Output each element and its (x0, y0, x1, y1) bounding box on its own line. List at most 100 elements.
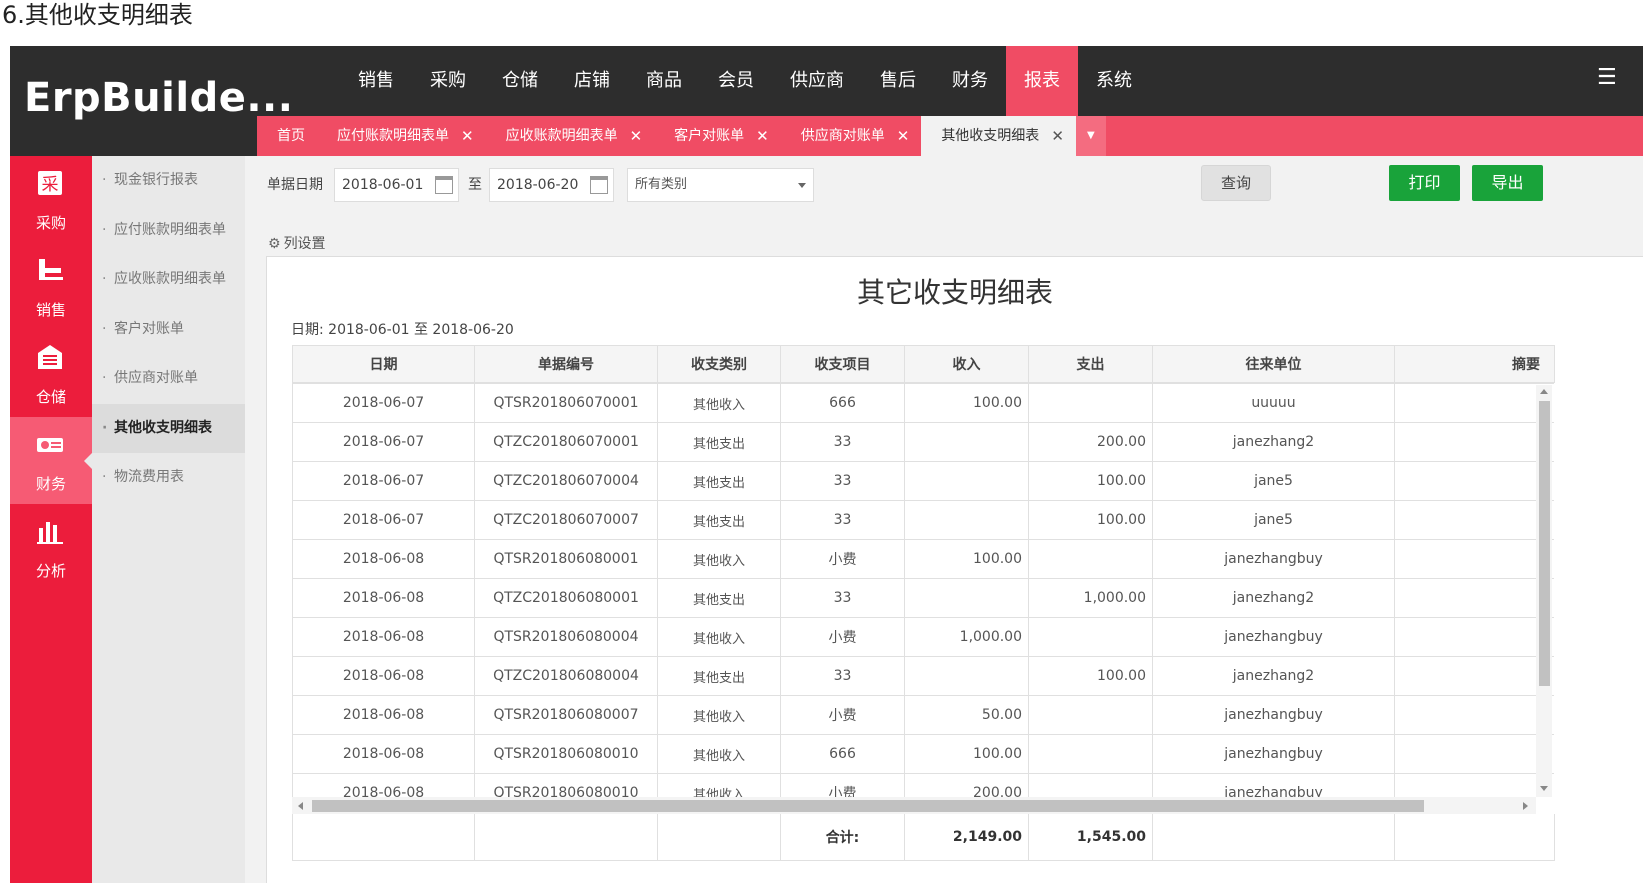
column-header[interactable]: 往来单位 (1152, 345, 1395, 383)
close-icon[interactable]: ✕ (897, 116, 910, 156)
table-row[interactable]: 2018-06-07 QTSR201806070001 其他收入 666 100.00 u… (292, 383, 1554, 423)
scroll-right-icon[interactable] (1523, 802, 1528, 810)
close-icon[interactable]: ✕ (461, 116, 474, 156)
sidebar-module-0[interactable]: 采采购 (10, 156, 92, 243)
submenu-item-1[interactable]: · 应付账款明细表单 (92, 206, 245, 256)
nav-item-2[interactable]: 仓储 (484, 46, 556, 116)
query-button[interactable]: 查询 (1201, 165, 1271, 201)
nav-item-4[interactable]: 商品 (628, 46, 700, 116)
table-cell: 100.00 (904, 383, 1029, 423)
table-cell (1394, 383, 1554, 423)
nav-item-10[interactable]: 系统 (1078, 46, 1150, 116)
column-header[interactable]: 收支项目 (780, 345, 905, 383)
table-cell: QTSR201806080001 (474, 539, 658, 579)
tab-2[interactable]: 应收账款明细表单 ✕ (486, 116, 655, 156)
scroll-left-icon[interactable] (298, 802, 303, 810)
submenu-item-3[interactable]: · 客户对账单 (92, 305, 245, 355)
table-cell (1394, 500, 1554, 540)
table-row[interactable]: 2018-06-08 QTZC201806080004 其他支出 33 100.00 ja… (292, 656, 1554, 696)
document-heading: 6.其他收支明细表 (2, 1, 193, 29)
tab-3[interactable]: 客户对账单 ✕ (654, 116, 781, 156)
tab-1[interactable]: 应付账款明细表单 ✕ (317, 116, 486, 156)
sidebar-module-label: 财务 (35, 475, 66, 493)
table-cell (1394, 539, 1554, 579)
nav-item-7[interactable]: 售后 (862, 46, 934, 116)
bullet-icon: · (102, 469, 107, 485)
table-cell (904, 422, 1029, 462)
table-body-viewport: 2018-06-07 QTSR201806070001 其他收入 666 100.00 u… (292, 383, 1554, 803)
menu-toggle-icon[interactable]: ☰ (1597, 67, 1619, 89)
table-row[interactable]: 2018-06-08 QTSR201806080010 其他收入 666 100.00 j… (292, 734, 1554, 774)
end-date-value: 2018-06-20 (497, 177, 579, 193)
submenu-item-4[interactable]: · 供应商对账单 (92, 354, 245, 404)
tab-dropdown-icon[interactable]: ▼ (1075, 116, 1106, 156)
print-button[interactable]: 打印 (1389, 165, 1460, 201)
column-header[interactable]: 单据编号 (474, 345, 658, 383)
category-select[interactable]: 所有类别 (627, 168, 814, 202)
scroll-down-icon[interactable] (1540, 786, 1548, 791)
nav-item-1[interactable]: 采购 (412, 46, 484, 116)
table-row[interactable]: 2018-06-08 QTZC201806080001 其他支出 33 1,000.00… (292, 578, 1554, 618)
column-header[interactable]: 日期 (292, 345, 475, 383)
submenu-item-6[interactable]: · 物流费用表 (92, 453, 245, 503)
sidebar-module-3[interactable]: 财务 (10, 417, 92, 504)
column-header[interactable]: 摘要 (1394, 345, 1555, 383)
table-cell: 其他收入 (657, 617, 781, 657)
calendar-icon[interactable] (590, 176, 608, 194)
table-cell: 2018-06-08 (292, 578, 475, 618)
table-cell: janezhangbuy (1152, 617, 1395, 657)
nav-item-9[interactable]: 报表 (1006, 46, 1078, 116)
table-row[interactable]: 2018-06-08 QTSR201806080001 其他收入 小费 100.00 ja… (292, 539, 1554, 579)
app-logo[interactable]: ErpBuilde... (24, 46, 293, 156)
vertical-scrollbar[interactable] (1536, 385, 1552, 797)
column-header[interactable]: 支出 (1028, 345, 1153, 383)
table-row[interactable]: 2018-06-07 QTZC201806070004 其他支出 33 100.00 ja… (292, 461, 1554, 501)
table-cell: 2018-06-07 (292, 461, 475, 501)
table-row[interactable]: 2018-06-07 QTZC201806070001 其他支出 33 200.00 ja… (292, 422, 1554, 462)
start-date-input[interactable]: 2018-06-01 (334, 168, 459, 202)
table-cell: 其他收入 (657, 383, 781, 423)
submenu-item-0[interactable]: · 现金银行报表 (92, 156, 245, 206)
close-icon[interactable]: ✕ (1051, 116, 1064, 156)
bullet-icon: · (102, 320, 107, 337)
horizontal-scroll-thumb[interactable] (312, 800, 1424, 812)
horizontal-scrollbar[interactable] (292, 797, 1536, 814)
scroll-up-icon[interactable] (1540, 389, 1548, 394)
table-cell: 其他支出 (657, 578, 781, 618)
tab-4[interactable]: 供应商对账单 ✕ (781, 116, 922, 156)
table-cell: 666 (780, 734, 905, 774)
tab-5[interactable]: 其他收支明细表 ✕ (921, 116, 1076, 156)
column-header[interactable]: 收支类别 (657, 345, 781, 383)
close-icon[interactable]: ✕ (630, 116, 643, 156)
table-row[interactable]: 2018-06-08 QTSR201806080004 其他收入 小费 1,000.00… (292, 617, 1554, 657)
end-date-input[interactable]: 2018-06-20 (489, 168, 614, 202)
calendar-icon[interactable] (435, 176, 453, 194)
sidebar-module-4[interactable]: 分析 (10, 504, 92, 591)
table-cell: 2018-06-08 (292, 539, 475, 579)
table-cell: 2018-06-08 (292, 617, 475, 657)
table-row[interactable]: 2018-06-08 QTSR201806080007 其他收入 小费 50.00 jan… (292, 695, 1554, 735)
table-cell: 2018-06-08 (292, 695, 475, 735)
table-row[interactable]: 2018-06-07 QTZC201806070007 其他支出 33 100.00 ja… (292, 500, 1554, 540)
nav-item-6[interactable]: 供应商 (772, 46, 862, 116)
table-cell: 小费 (780, 695, 905, 735)
tab-label: 首页 (277, 128, 305, 144)
tab-0[interactable]: 首页 (257, 116, 317, 156)
bullet-icon: · (102, 370, 107, 386)
nav-item-5[interactable]: 会员 (700, 46, 772, 116)
module-icon-sidebar: 采采购 销售 仓储财务分析 (10, 156, 92, 883)
column-header[interactable]: 收入 (904, 345, 1029, 383)
close-icon[interactable]: ✕ (756, 116, 769, 156)
nav-item-3[interactable]: 店铺 (556, 46, 628, 116)
table-cell: janezhang2 (1152, 422, 1395, 462)
submenu-item-5[interactable]: · 其他收支明细表 (92, 403, 245, 453)
sidebar-module-2[interactable]: 仓储 (10, 330, 92, 417)
table-cell: 1,000.00 (904, 617, 1029, 657)
vertical-scroll-thumb[interactable] (1539, 401, 1550, 686)
sidebar-module-1[interactable]: 销售 (10, 243, 92, 330)
submenu-item-2[interactable]: · 应收账款明细表单 (92, 255, 245, 305)
nav-item-8[interactable]: 财务 (934, 46, 1006, 116)
column-settings-link[interactable]: ⚙ 列设置 (268, 233, 326, 253)
nav-item-0[interactable]: 销售 (340, 46, 412, 116)
export-button[interactable]: 导出 (1472, 165, 1543, 201)
